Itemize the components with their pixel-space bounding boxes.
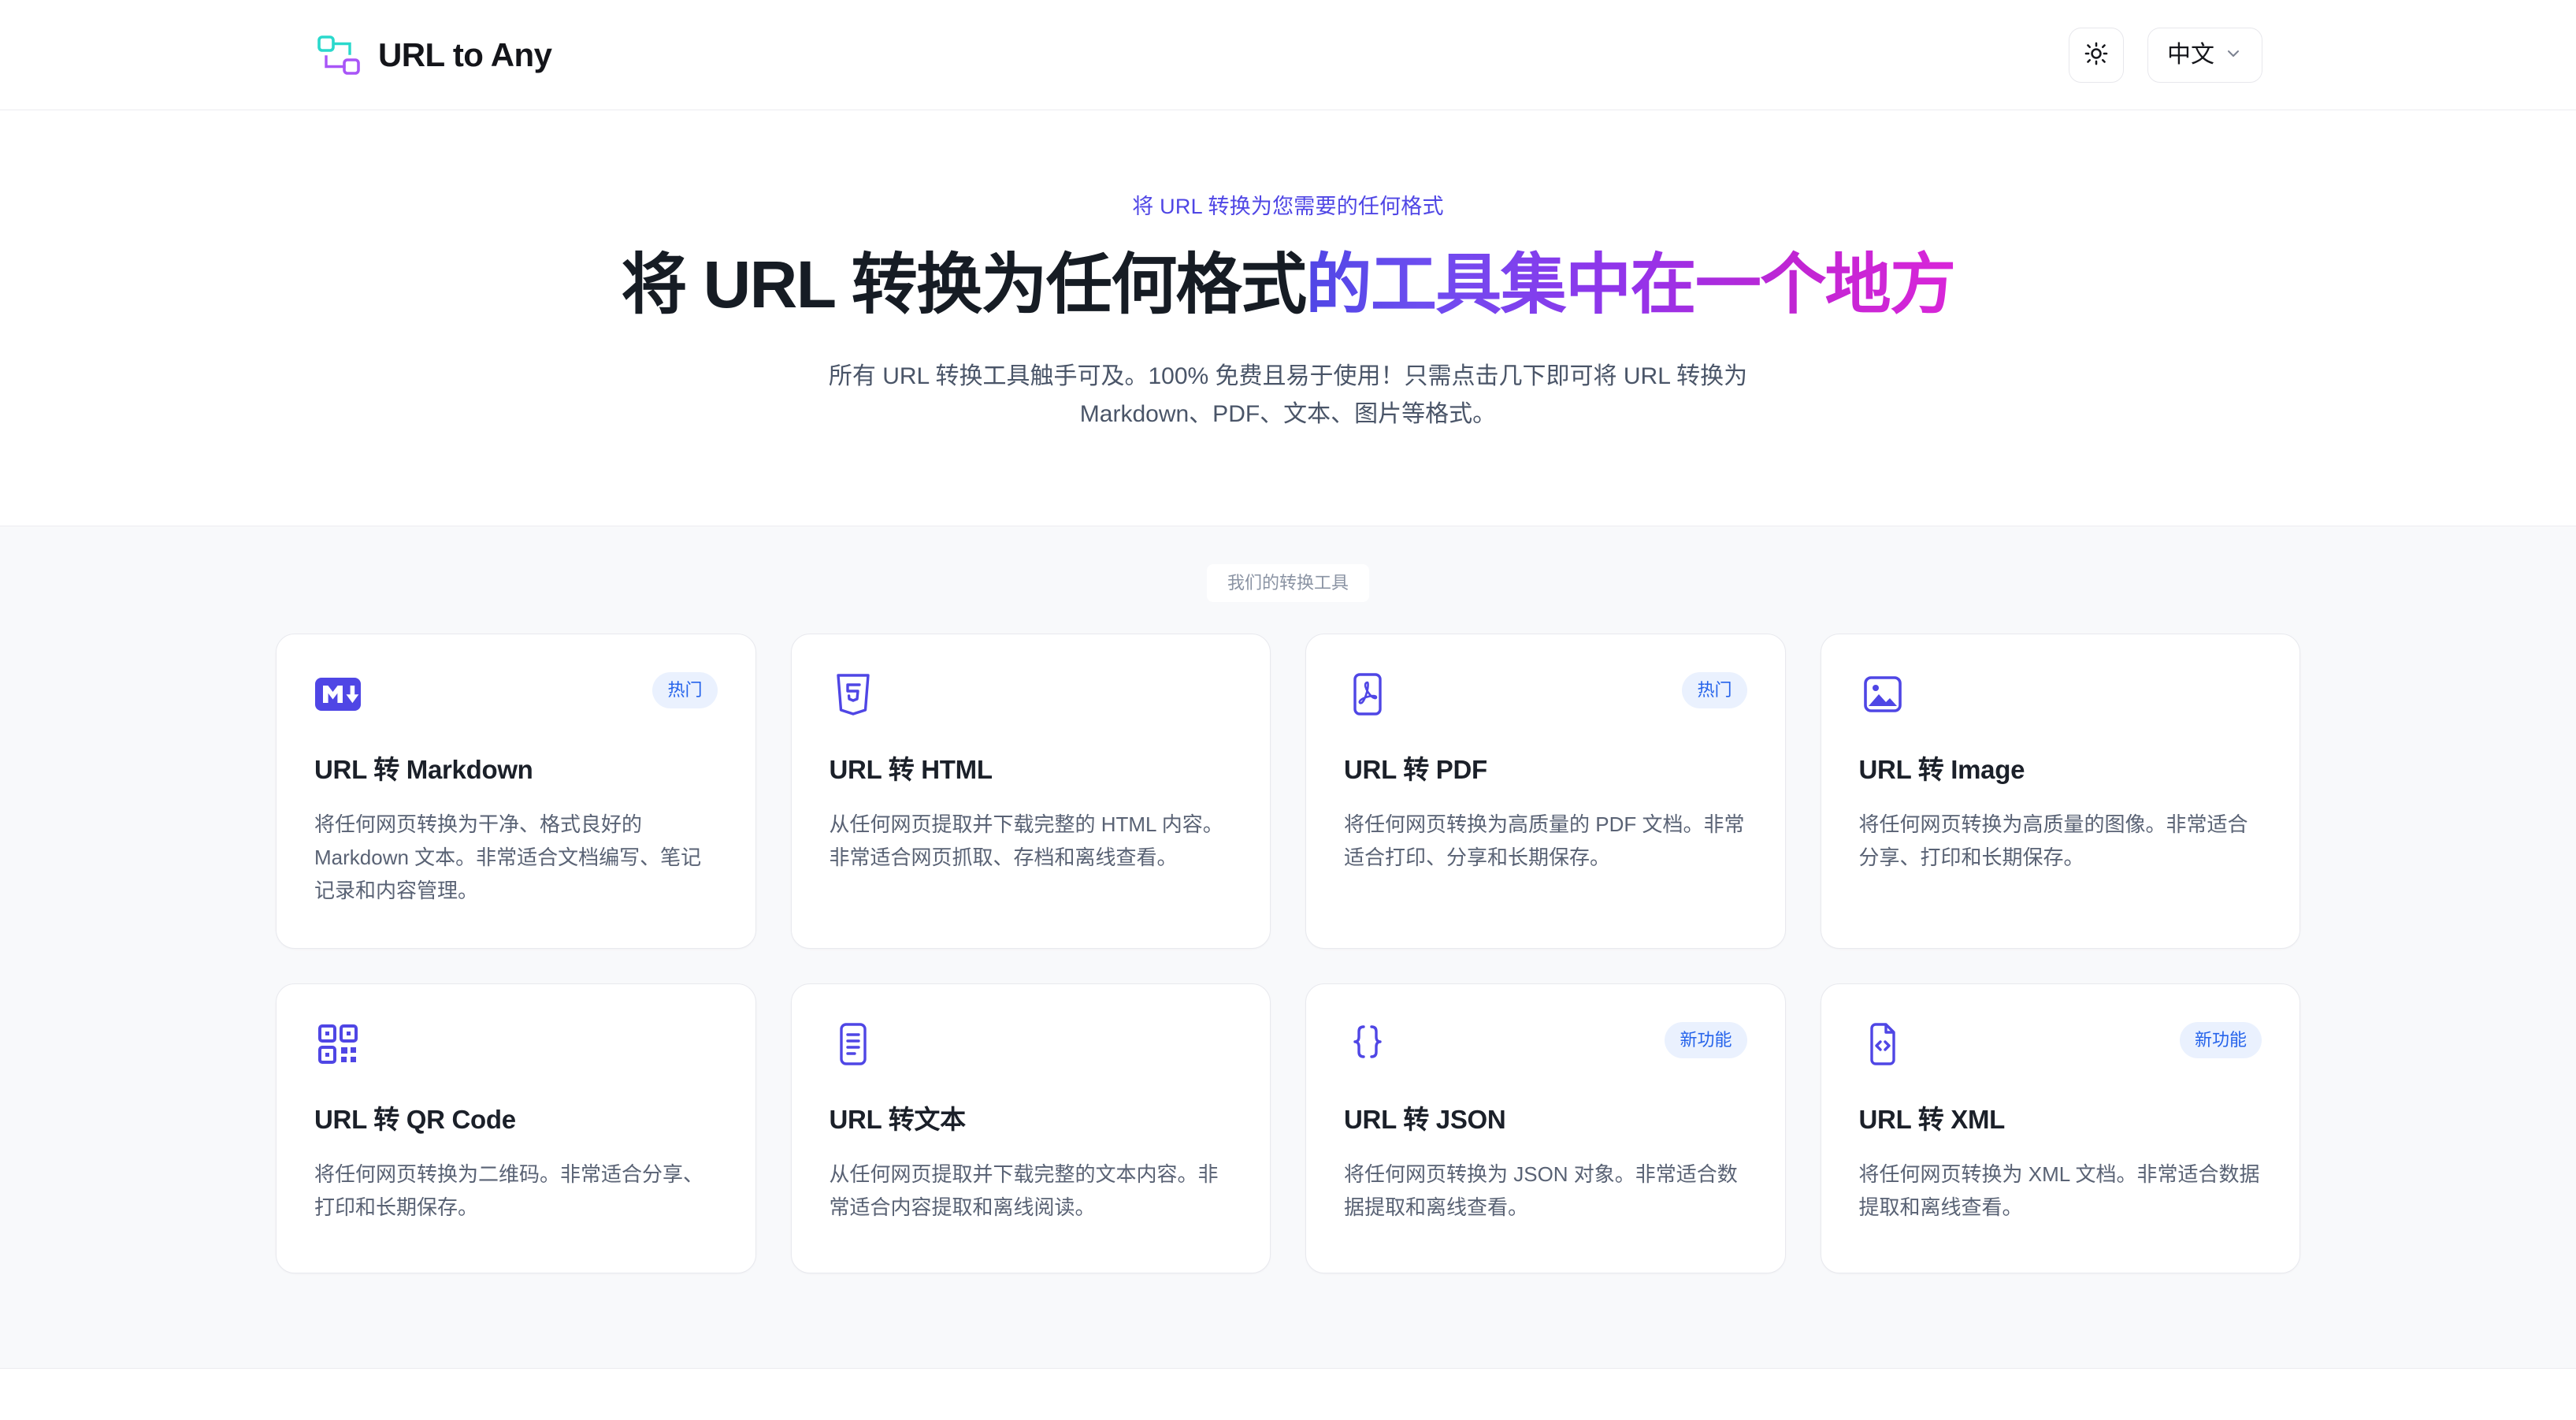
tool-card-description: 将任何网页转换为干净、格式良好的 Markdown 文本。非常适合文档编写、笔记… — [314, 812, 702, 903]
site-header: URL to Any 中文 — [0, 0, 2576, 110]
card-header: 新功能 — [1344, 1020, 1747, 1071]
pdf-icon — [1344, 671, 1391, 718]
headline-gradient-part: 的工具集中在一个地方 — [1305, 247, 1956, 322]
status-badge: 新功能 — [1665, 1022, 1747, 1059]
chevron-down-icon — [2224, 44, 2243, 65]
sun-icon — [2084, 41, 2109, 69]
html5-shield-icon — [830, 671, 877, 718]
language-selector-button[interactable]: 中文 — [2147, 27, 2262, 83]
language-selector-label: 中文 — [2167, 41, 2214, 68]
tool-card-description: 从任何网页提取并下载完整的文本内容。非常适合内容提取和离线阅读。 — [829, 1162, 1219, 1219]
brand-name: URL to Any — [378, 35, 552, 73]
image-icon — [1859, 671, 1906, 718]
tool-card-title: URL 转 QR Code — [314, 1105, 516, 1135]
tools-section: 我们的转换工具 热门 URL 转 Markdown 将任何网页转换为干净、格式良… — [0, 526, 2576, 1370]
status-badge: 新功能 — [2179, 1022, 2262, 1059]
brand-logo-link[interactable]: URL to Any — [315, 32, 552, 78]
tool-card-json[interactable]: 新功能 URL 转 JSON 将任何网页转换为 JSON 对象。非常适合数据提取… — [1305, 983, 1786, 1274]
xml-code-file-icon — [1859, 1020, 1906, 1068]
tool-card-xml[interactable]: 新功能 URL 转 XML 将任何网页转换为 XML 文档。非常适合数据提取和离… — [1820, 983, 2300, 1274]
hero-section: 将 URL 转换为您需要的任何格式 将 URL 转换为任何格式的工具集中在一个地… — [0, 110, 2576, 526]
tool-card-title: URL 转 XML — [1858, 1105, 2006, 1135]
tool-card-title: URL 转 PDF — [1344, 755, 1487, 785]
tool-card-html[interactable]: URL 转 HTML 从任何网页提取并下载完整的 HTML 内容。非常适合网页抓… — [790, 634, 1271, 950]
card-header: 新功能 — [1859, 1020, 2262, 1071]
card-header — [830, 1020, 1233, 1071]
hero-subtitle: 所有 URL 转换工具触手可及。100% 免费且易于使用！只需点击几下即可将 U… — [828, 363, 1748, 427]
markdown-icon — [314, 671, 362, 718]
card-header: 热门 — [314, 671, 718, 721]
tool-card-description: 从任何网页提取并下载完整的 HTML 内容。非常适合网页抓取、存档和离线查看。 — [829, 812, 1223, 869]
sitemap-logo-icon — [315, 32, 361, 78]
tool-card-description: 将任何网页转换为 JSON 对象。非常适合数据提取和离线查看。 — [1344, 1162, 1738, 1219]
card-header: 热门 — [1344, 671, 1747, 721]
tool-card-pdf[interactable]: 热门 URL 转 PDF 将任何网页转换为高质量的 PDF 文档。非常适合打印、… — [1305, 634, 1786, 950]
tool-card-image[interactable]: URL 转 Image 将任何网页转换为高质量的图像。非常适合分享、打印和长期保… — [1820, 634, 2300, 950]
tool-card-title: URL 转 HTML — [829, 755, 993, 785]
theme-toggle-button[interactable] — [2069, 27, 2124, 83]
header-controls: 中文 — [2069, 27, 2262, 83]
card-header — [830, 671, 1233, 721]
qrcode-icon — [314, 1020, 362, 1068]
section-badge-wrap: 我们的转换工具 — [0, 564, 2576, 603]
section-badge: 我们的转换工具 — [1206, 564, 1369, 603]
tool-card-qrcode[interactable]: URL 转 QR Code 将任何网页转换为二维码。非常适合分享、打印和长期保存… — [276, 983, 756, 1274]
tool-card-title: URL 转 JSON — [1344, 1105, 1506, 1135]
tool-card-grid: 热门 URL 转 Markdown 将任何网页转换为干净、格式良好的 Markd… — [276, 634, 2300, 1274]
tool-card-text[interactable]: URL 转文本 从任何网页提取并下载完整的文本内容。非常适合内容提取和离线阅读。 — [790, 983, 1271, 1274]
status-badge: 热门 — [652, 672, 718, 709]
tool-card-description: 将任何网页转换为 XML 文档。非常适合数据提取和离线查看。 — [1858, 1162, 2260, 1219]
page-root: URL to Any 中文 将 URL 转换为您需要的任何格式 将 URL 转换… — [0, 0, 2576, 1420]
text-document-icon — [830, 1020, 877, 1068]
tool-card-title: URL 转 Image — [1858, 755, 2025, 785]
hero-eyebrow: 将 URL 转换为您需要的任何格式 — [1132, 195, 1444, 218]
headline-plain-part: 将 URL 转换为任何格式 — [621, 247, 1307, 322]
tool-card-description: 将任何网页转换为二维码。非常适合分享、打印和长期保存。 — [314, 1162, 704, 1219]
footer-strip — [0, 1369, 2576, 1420]
tool-card-title: URL 转文本 — [829, 1105, 967, 1135]
tool-card-description: 将任何网页转换为高质量的 PDF 文档。非常适合打印、分享和长期保存。 — [1344, 812, 1745, 869]
json-braces-icon — [1344, 1020, 1391, 1068]
card-header — [1859, 671, 2262, 721]
tool-card-title: URL 转 Markdown — [314, 755, 533, 785]
card-header — [314, 1020, 718, 1071]
tool-card-markdown[interactable]: 热门 URL 转 Markdown 将任何网页转换为干净、格式良好的 Markd… — [276, 634, 756, 950]
status-badge: 热门 — [1682, 672, 1747, 709]
page-title: 将 URL 转换为任何格式的工具集中在一个地方 — [587, 247, 1989, 323]
tool-card-description: 将任何网页转换为高质量的图像。非常适合分享、打印和长期保存。 — [1858, 812, 2248, 869]
